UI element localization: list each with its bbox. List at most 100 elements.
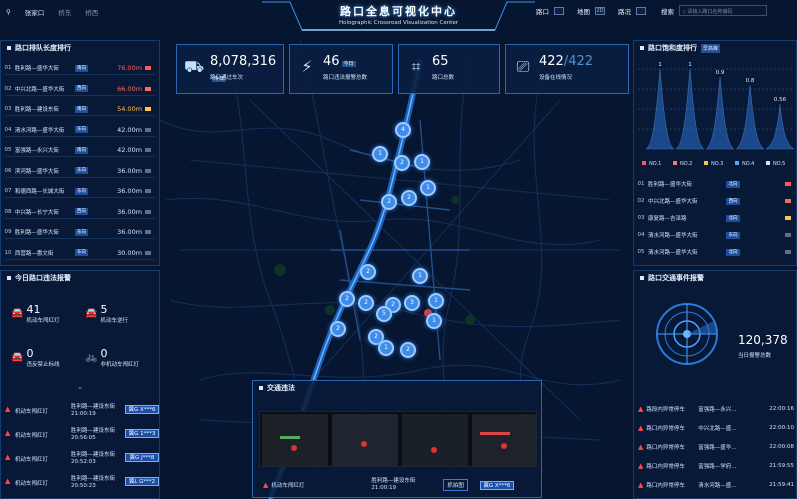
saturation-row[interactable]: 04 清水河路—盛华大街 东向 [634,228,794,242]
alarm-row[interactable]: ▲ 机动车闯红灯 胜利路—建设东街 20:50:23 冀L G***2 [1,471,159,493]
expand-chevron-icon[interactable]: ⌄ [1,383,159,391]
event-row[interactable]: ▲ 路口内异常停车 富强路—学府... 21:59:55 [634,458,794,474]
map-cluster-marker[interactable]: 1 [378,340,394,356]
nav-item-crossroad[interactable]: 路口 [536,6,549,16]
panel-header: 今日路口违法报警 [1,271,159,285]
map-cluster-marker[interactable]: 2 [330,321,346,337]
queue-row[interactable]: 07 和德西路—长城大街 东向 36.00m [1,184,151,198]
plate-badge[interactable]: 冀G X***6 [125,405,159,414]
kpi-label: 路口通过车次 [210,75,244,81]
event-row[interactable]: ▲ 路段内异常停车 富强路—永兴... 22:00:16 [634,401,794,417]
camera-icon: ⎚ [516,57,530,76]
radar-icon [656,303,718,365]
map-mode-toggle[interactable]: 2D [595,6,605,15]
map-cluster-marker[interactable]: 2 [381,194,397,210]
direction-tag: 西向 [74,208,89,215]
queue-row[interactable]: 03 胜利路—建设东街 南向 54.00m [1,102,151,116]
rank: 10 [4,249,12,256]
map-cluster-marker[interactable]: 2 [360,264,376,280]
saturation-row[interactable]: 03 康复路—吉泽路 北向 [634,211,794,225]
location-pin-icon: ⚲ [6,8,11,16]
snapshot-strip[interactable] [259,411,537,467]
map-cluster-marker[interactable]: 2 [394,155,410,171]
map-cluster-marker[interactable]: 2 [358,295,374,311]
legend-label: NO.3 [711,161,723,167]
queue-row[interactable]: 01 胜利路—盛华大街 南向 76.00m [1,61,151,75]
warning-icon: ▲ [5,405,11,413]
rank: 06 [4,167,12,174]
queue-row[interactable]: 05 富强路—永兴大街 南向 42.00m [1,143,151,157]
event-time: 21:59:41 [769,482,794,488]
warning-icon: ▲ [5,429,11,437]
saturation-peak[interactable] [735,84,765,150]
map-cluster-marker[interactable]: 1 [426,313,442,329]
panel-header: 路口排队长度排行 [1,41,159,55]
data-label: 0.9 [716,70,725,76]
saturation-peak[interactable] [765,104,795,150]
location-city[interactable]: 张家口 [25,7,45,17]
plate-badge[interactable]: 冀L G***2 [125,477,159,486]
map-cluster-marker[interactable]: 1 [420,180,436,196]
event-row[interactable]: ▲ 路口内异常停车 富强路—盛华... 22:00:08 [634,439,794,455]
queue-row[interactable]: 04 清水河路—盛华大街 东向 42.00m [1,123,151,137]
map-cluster-marker[interactable]: 2 [400,342,416,358]
district-tab[interactable]: 桥东 [58,7,71,17]
plate-badge[interactable]: 冀G 1***3 [125,429,159,438]
event-row[interactable]: ▲ 路口内异常停车 清水河路—盛... 21:59:41 [634,477,794,493]
map-cluster-marker[interactable]: 1 [414,154,430,170]
car-icon: 🚘 [11,352,24,363]
location-selector[interactable]: ⚲ 张家口 桥东 桥西 [6,7,98,17]
map-cluster-marker[interactable]: 1 [428,293,444,309]
kpi-value-total: /422 [563,54,594,69]
panel-marker-icon [640,46,644,50]
nav-item-map[interactable]: 地图 [577,6,590,16]
direction-tag: 东向 [74,228,89,236]
saturation-row[interactable]: 01 胜利路—盛华大街 北向 [634,177,794,191]
map-cluster-marker[interactable]: 4 [395,122,411,138]
event-row[interactable]: ▲ 路口内异常停车 中兴北路—盛... 22:00:10 [634,420,794,436]
queue-row[interactable]: 02 中兴北路—盛华大街 西向 66.00m [1,82,151,96]
search-input[interactable]: ⌕ 请输入路口名称编码 [679,5,767,16]
violation-panel: 今日路口违法报警 🚘 41 机动车闯红灯 🚘 5 机动车逆行 🚘 0 违反禁止标线 🚲 0 非机… [0,270,160,499]
saturation-row[interactable]: 05 清水河路—盛华大街 北向 [634,245,794,259]
plate-badge[interactable]: 冀G J***8 [125,453,159,462]
saturation-peak[interactable] [705,76,735,150]
saturation-row[interactable]: 02 中兴北路—盛华大街 西向 [634,194,794,208]
intersection-name: 中兴北路—盛华大街 [14,86,65,93]
map-cluster-marker[interactable]: 3 [404,295,420,311]
queue-row[interactable]: 10 西营路—惠文街 东向 30.00m [1,246,151,260]
peak-tag[interactable]: 早高峰 [701,43,721,53]
plate-badge[interactable]: 冀G X***6 [479,480,514,490]
queue-row[interactable]: 08 中兴路—长宁大街 西向 36.00m [1,205,151,219]
kpi-value: 65 [432,54,449,69]
intersection-name: 清水河路—盛华大街 [648,233,698,239]
map-cluster-marker[interactable]: 1 [372,146,388,162]
nav-item-traffic[interactable]: 路况 [618,6,631,16]
map-cluster-marker[interactable]: 2 [339,291,355,307]
queue-row[interactable]: 09 胜利路—盛华大街 东向 36.00m [1,225,151,239]
map-cluster-marker[interactable]: 2 [401,190,417,206]
warning-icon: ▲ [638,405,644,413]
alarm-row[interactable]: ▲ 机动车闯红灯 胜利路—建设东街 21:00:19 冀G X***6 [1,399,159,421]
traffic-toggle[interactable] [636,6,646,15]
district-tab[interactable]: 桥西 [85,7,98,17]
stat-value: 5 [100,303,108,316]
event-type: 路口内异常停车 [646,426,685,432]
alarm-row[interactable]: ▲ 机动车闯红灯 胜利路—建设东街 20:56:05 冀G 1***3 [1,423,159,445]
map-cluster-marker[interactable]: 1 [412,268,428,284]
direction-tag: 南向 [74,64,89,72]
intersection-name: 清水河路—盛华大街 [14,127,65,134]
snapshot-button[interactable]: 抓拍图 [443,479,468,491]
panel-title: 路口排队长度排行 [15,44,71,52]
crossroad-toggle[interactable] [554,6,564,15]
alarm-row[interactable]: ▲ 机动车闯红灯 胜利路—建设东街 20:52:03 冀G J***8 [1,447,159,469]
alarm-icon: ⚡ [301,57,313,76]
kpi-card: ⌗ 65 路口总数 [398,44,500,94]
panel-title: 路口交通事件报警 [648,274,704,282]
queue-row[interactable]: 06 滨河路—盛华大街 东向 36.00m [1,164,151,178]
queue-length: 42.00m [117,146,143,154]
intersection-name: 中兴北路—盛华大街 [648,199,698,205]
kpi-value: 8,078,316 [210,54,277,69]
map-cluster-marker[interactable]: 5 [376,306,392,322]
legend-label: NO.1 [649,161,661,167]
